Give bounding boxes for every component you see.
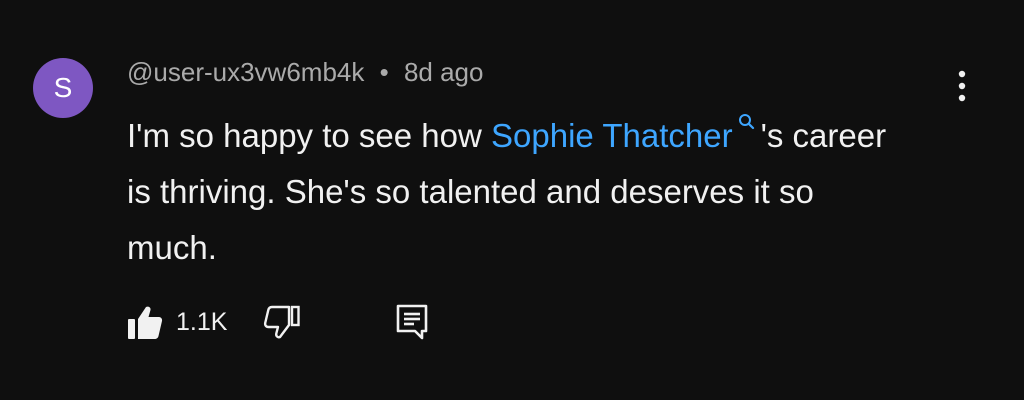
- comment-time[interactable]: 8d ago: [404, 57, 484, 87]
- comment-text-before: I'm so happy to see how: [127, 117, 491, 154]
- meta-separator: •: [379, 57, 389, 87]
- mention-text: Sophie Thatcher: [491, 117, 733, 154]
- like-button[interactable]: 1.1K: [127, 304, 227, 340]
- avatar-letter: S: [53, 72, 73, 103]
- mention-link[interactable]: Sophie Thatcher: [491, 114, 761, 154]
- comment-card: S @user-ux3vw6mb4k • 8d ago I'm so happy…: [0, 0, 1024, 400]
- avatar[interactable]: S: [33, 58, 93, 118]
- comment-reply-icon: [397, 304, 428, 340]
- thumbs-down-outline-icon: [264, 305, 301, 339]
- more-options-button[interactable]: [944, 64, 980, 108]
- dislike-button[interactable]: [263, 304, 301, 340]
- more-vertical-icon: [958, 70, 966, 102]
- search-icon: [738, 114, 754, 130]
- comment-actions: 1.1K: [127, 300, 429, 344]
- thumbs-up-filled-icon: [128, 306, 163, 339]
- like-count: 1.1K: [176, 307, 228, 336]
- author-handle[interactable]: @user-ux3vw6mb4k: [127, 57, 364, 87]
- reply-button[interactable]: [395, 303, 429, 341]
- comment-meta: @user-ux3vw6mb4k • 8d ago: [127, 57, 483, 88]
- comment-text: I'm so happy to see how Sophie Thatcher '…: [127, 108, 907, 276]
